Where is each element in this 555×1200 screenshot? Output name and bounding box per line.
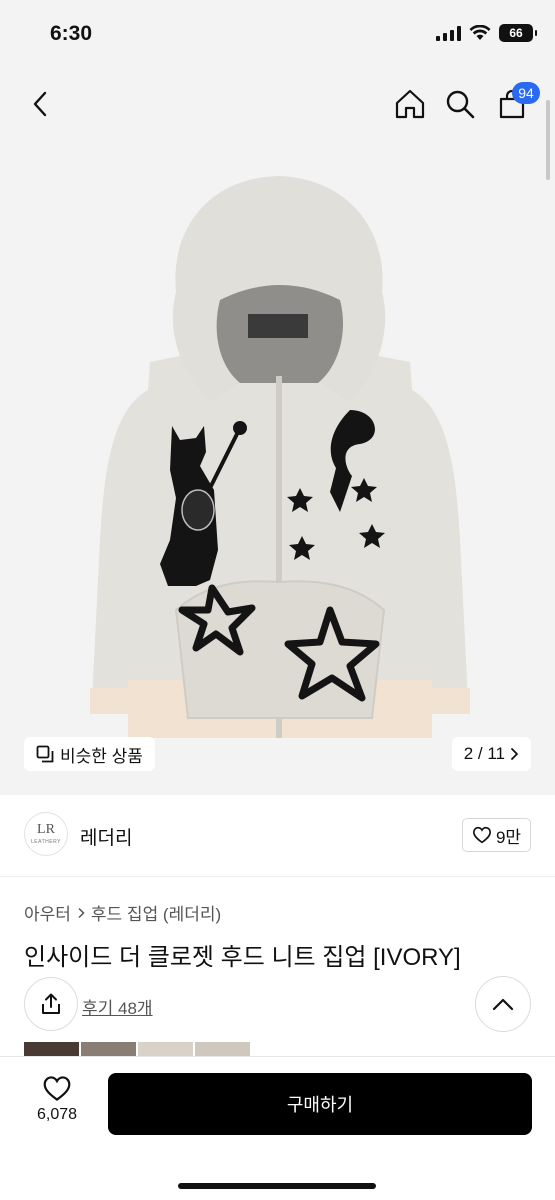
bottom-action-bar: 6,078 구매하기 [0, 1056, 555, 1200]
battery-icon: 66 [499, 24, 537, 42]
brand-like-button[interactable]: 9만 [462, 818, 531, 852]
cart-badge: 94 [512, 82, 540, 104]
review-thumbnail[interactable] [81, 1042, 136, 1056]
wishlist-count: 6,078 [36, 1106, 78, 1123]
review-thumbnails[interactable] [24, 1042, 250, 1056]
home-indicator [178, 1183, 376, 1189]
back-icon [33, 91, 47, 117]
brand-row[interactable]: LR LEATHERY 레더리 9만 [0, 795, 555, 877]
breadcrumb: 아우터 후드 집업 (레더리) [24, 900, 221, 925]
breadcrumb-item[interactable]: 후드 집업 (레더리) [91, 900, 221, 925]
home-icon [395, 89, 425, 119]
review-link[interactable]: 후기 48개 [82, 994, 153, 1019]
similar-products-button[interactable]: 비슷한 상품 [24, 737, 155, 771]
buy-button[interactable]: 구매하기 [108, 1073, 532, 1135]
brand-logo-sub: LEATHERY [31, 839, 61, 845]
image-counter-text: 2 / 11 [463, 744, 505, 763]
back-button[interactable] [20, 84, 60, 124]
status-time: 6:30 [50, 22, 93, 45]
chevron-up-icon [492, 998, 514, 1011]
copy-icon [36, 745, 54, 763]
review-thumbnail[interactable] [138, 1042, 193, 1056]
breadcrumb-item[interactable]: 아우터 [24, 900, 71, 925]
similar-products-label: 비슷한 상품 [60, 746, 143, 766]
search-button[interactable] [440, 84, 480, 124]
brand-logo-mark: LR [37, 822, 55, 837]
cart-button[interactable]: 94 [492, 82, 540, 124]
review-thumbnail[interactable] [195, 1042, 250, 1056]
heart-icon [43, 1076, 71, 1101]
status-icons: 66 [436, 24, 537, 42]
signal-icon [436, 25, 461, 41]
search-icon [446, 90, 475, 119]
status-bar: 6:30 66 [0, 0, 555, 70]
nav-bar: 94 [0, 70, 555, 140]
product-image-carousel[interactable]: 비슷한 상품 2 / 11 [0, 140, 555, 795]
brand-logo: LR LEATHERY [24, 812, 68, 856]
home-button[interactable] [390, 84, 430, 124]
review-thumbnail[interactable] [24, 1042, 79, 1056]
heart-icon [472, 826, 491, 844]
wishlist-button[interactable]: 6,078 [20, 1075, 94, 1124]
scroll-indicator[interactable] [546, 100, 550, 180]
product-title: 인사이드 더 클로젯 후드 니트 집업 [IVORY] [24, 944, 461, 971]
brand-name[interactable]: 레더리 [80, 823, 132, 850]
brand-like-count: 9만 [495, 827, 522, 847]
chevron-right-icon [78, 907, 85, 918]
chevron-right-icon [511, 748, 518, 760]
wifi-icon [469, 25, 491, 40]
product-image [90, 176, 470, 738]
share-icon [42, 993, 60, 1014]
image-counter[interactable]: 2 / 11 [451, 737, 531, 771]
scroll-top-button[interactable] [475, 976, 531, 1032]
share-button[interactable] [24, 977, 78, 1031]
